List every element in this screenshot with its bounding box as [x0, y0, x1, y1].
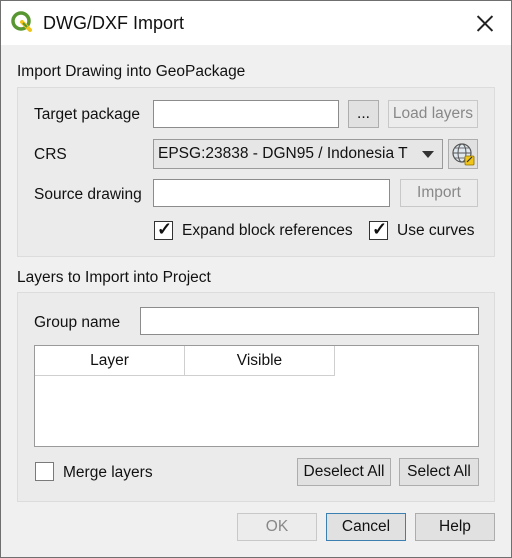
target-package-label: Target package — [34, 106, 140, 123]
merge-layers-label[interactable]: Merge layers — [63, 464, 153, 482]
use-curves-label[interactable]: Use curves — [397, 222, 475, 240]
browse-button[interactable]: ... — [348, 100, 379, 128]
close-icon[interactable] — [465, 7, 505, 39]
window-title: DWG/DXF Import — [43, 13, 185, 33]
import-button[interactable]: Import — [400, 179, 478, 207]
crs-select[interactable]: EPSG:23838 - DGN95 / Indonesia T — [153, 139, 443, 169]
source-drawing-input[interactable] — [153, 179, 390, 207]
title-bar: DWG/DXF Import — [1, 1, 511, 45]
crs-selector-button[interactable] — [448, 139, 478, 169]
help-button[interactable]: Help — [415, 513, 495, 541]
use-curves-checkbox[interactable]: ✓ — [369, 219, 388, 240]
crs-selected-value: EPSG:23838 - DGN95 / Indonesia T — [158, 145, 408, 162]
checkmark-icon: ✓ — [157, 219, 173, 239]
layers-table[interactable]: Layer Visible — [34, 345, 479, 447]
source-drawing-label: Source drawing — [34, 186, 142, 203]
ok-button[interactable]: OK — [237, 513, 317, 541]
crs-label: CRS — [34, 146, 67, 163]
target-package-input[interactable] — [153, 100, 339, 128]
cancel-button[interactable]: Cancel — [326, 513, 406, 541]
globe-projection-icon — [452, 143, 475, 166]
column-header-layer[interactable]: Layer — [35, 346, 185, 376]
checkmark-icon: ✓ — [372, 219, 388, 239]
merge-layers-checkbox[interactable] — [35, 462, 54, 481]
column-header-visible[interactable]: Visible — [185, 346, 335, 376]
group-name-input[interactable] — [140, 307, 479, 335]
qgis-logo-icon — [11, 11, 32, 32]
chevron-down-icon — [422, 151, 434, 158]
group-name-label: Group name — [34, 314, 121, 331]
layers-group-box: Group name Layer Visible Merge layers De… — [17, 292, 495, 502]
import-section-title: Import Drawing into GeoPackage — [17, 63, 246, 80]
expand-block-references-label[interactable]: Expand block references — [182, 222, 353, 240]
select-all-button[interactable]: Select All — [399, 458, 479, 486]
layers-section-title: Layers to Import into Project — [17, 269, 211, 286]
load-layers-button[interactable]: Load layers — [388, 100, 478, 128]
deselect-all-button[interactable]: Deselect All — [297, 458, 391, 486]
dwg-dxf-import-dialog: DWG/DXF Import Import Drawing into GeoPa… — [0, 0, 512, 558]
expand-block-references-checkbox[interactable]: ✓ — [154, 219, 173, 240]
import-group-box: Target package ... Load layers CRS EPSG:… — [17, 87, 495, 257]
